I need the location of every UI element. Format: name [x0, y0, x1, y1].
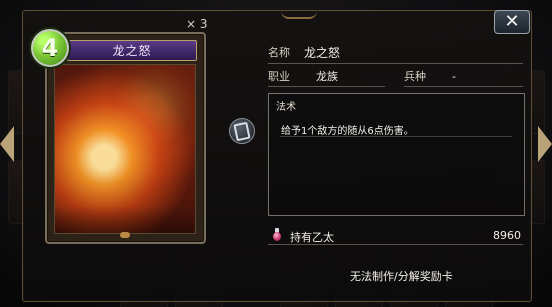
card-type: 法术: [276, 102, 296, 113]
ether-bottle-icon: [271, 228, 283, 242]
close-icon[interactable]: ✕: [494, 10, 530, 34]
card-name-bar: 龙之怒: [67, 40, 197, 61]
ether-divider: [268, 244, 523, 245]
card-artwork: [54, 64, 196, 234]
ether-value: 8960: [493, 229, 521, 242]
panel-ornament: [281, 11, 317, 19]
card-name: 龙之怒: [112, 44, 152, 58]
ether-label: 持有乙太: [290, 231, 334, 244]
card-detail-screen: ✕ 龙之怒 4 × 3 名称 龙之怒 职业 龙族 兵种 - 法术 给予1个敌方的…: [0, 0, 552, 307]
unit-row: 兵种 -: [404, 68, 456, 84]
unit-value: -: [452, 69, 456, 83]
name-label: 名称: [268, 46, 290, 59]
unit-label: 兵种: [404, 70, 426, 83]
divider: [268, 63, 523, 64]
name-row: 名称 龙之怒: [268, 44, 340, 60]
next-card-arrow-icon[interactable]: [538, 126, 552, 162]
previous-card-arrow-icon[interactable]: [0, 126, 14, 162]
description-box: [268, 93, 525, 216]
class-label: 职业: [268, 70, 290, 83]
card-zoom-icon[interactable]: [229, 118, 255, 144]
card-image: 龙之怒: [45, 32, 206, 244]
cost-gem: 4: [29, 27, 71, 69]
divider: [268, 86, 385, 87]
card-description: 给予1个敌方的随从6点伤害。: [281, 126, 414, 137]
card-gem: [120, 232, 130, 238]
class-row: 职业 龙族: [268, 68, 338, 84]
card-count: × 3: [186, 17, 208, 31]
class-value: 龙族: [316, 70, 338, 83]
divider: [404, 86, 523, 87]
name-value: 龙之怒: [304, 45, 341, 60]
description-divider: [280, 136, 512, 137]
craft-status: 无法制作/分解奖励卡: [350, 270, 453, 283]
cost-value: 4: [41, 34, 59, 62]
